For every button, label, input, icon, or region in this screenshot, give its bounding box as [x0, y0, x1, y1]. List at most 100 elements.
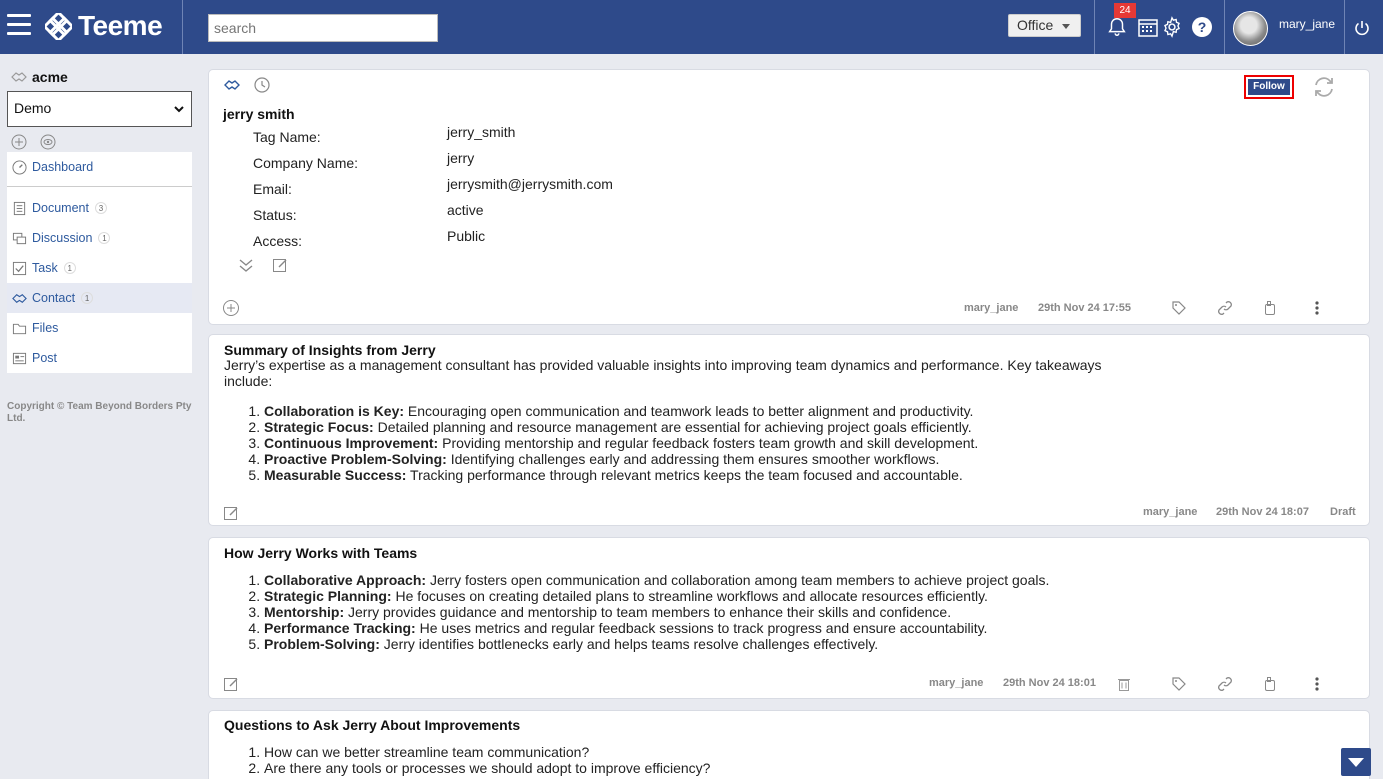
field-value: jerry_smith	[447, 124, 516, 140]
sidebar-item-discussion[interactable]: Discussion 1	[7, 223, 192, 253]
item-text: Jerry fosters open communication and col…	[426, 572, 1050, 588]
sidebar-item-post[interactable]: Post	[7, 343, 192, 373]
sidebar-item-label: Document	[32, 201, 89, 215]
item-heading: Collaboration is Key:	[264, 403, 405, 419]
edit-icon[interactable]	[223, 676, 239, 692]
tag-icon[interactable]	[1171, 676, 1187, 692]
divider	[1224, 0, 1225, 54]
sidebar-nav: Dashboard Document 3 Discussion 1 Task 1…	[7, 152, 192, 373]
list-item: Proactive Problem-Solving: Identifying c…	[264, 451, 1124, 467]
gear-icon[interactable]	[1161, 16, 1183, 38]
org-header: acme	[11, 69, 68, 85]
chevron-down-icon	[174, 106, 184, 113]
clip-icon[interactable]	[1262, 300, 1278, 316]
item-text: Encouraging open communication and teamw…	[404, 403, 974, 419]
edit-icon[interactable]	[223, 505, 239, 521]
workspace-select[interactable]: Demo	[7, 91, 192, 127]
sidebar: acme Demo Dashboard Document 3 Discussio…	[0, 54, 200, 779]
brand[interactable]: Teeme	[45, 10, 163, 42]
notification-badge: 24	[1114, 3, 1136, 18]
edit-icon[interactable]	[271, 256, 289, 274]
eye-icon[interactable]	[40, 134, 56, 150]
post-list: Collaboration is Key: Encouraging open c…	[264, 403, 1124, 483]
item-heading: Continuous Improvement:	[264, 435, 439, 451]
more-vertical-icon[interactable]	[1309, 300, 1325, 316]
divider	[7, 186, 192, 187]
workspace-select-label: Demo	[14, 100, 52, 116]
brand-name: Teeme	[78, 10, 163, 41]
field-label: Tag Name:	[253, 129, 321, 145]
list-item: Collaboration is Key: Encouraging open c…	[264, 403, 1124, 419]
sidebar-item-task[interactable]: Task 1	[7, 253, 192, 283]
handshake-icon[interactable]	[223, 76, 241, 94]
more-vertical-icon[interactable]	[1309, 676, 1325, 692]
clock-icon[interactable]	[253, 76, 271, 94]
link-icon[interactable]	[1217, 300, 1233, 316]
post-list: Collaborative Approach: Jerry fosters op…	[264, 572, 1124, 652]
field-label: Status:	[253, 207, 297, 223]
clip-icon[interactable]	[1262, 676, 1278, 692]
item-text: He uses metrics and regular feedback ses…	[415, 620, 988, 636]
post-body: How can we better streamline team commun…	[224, 730, 1124, 776]
document-icon	[13, 201, 26, 215]
link-icon[interactable]	[1217, 676, 1233, 692]
timestamp: 29th Nov 24 18:07	[1216, 506, 1309, 518]
field-label: Company Name:	[253, 155, 359, 171]
divider	[182, 0, 183, 54]
item-text: Detailed planning and resource managemen…	[373, 419, 972, 435]
field-label: Access:	[253, 233, 303, 249]
item-text: Providing mentorship and regular feedbac…	[438, 435, 979, 451]
sidebar-item-label: Discussion	[32, 231, 93, 245]
add-circle-icon[interactable]	[222, 299, 240, 317]
sidebar-item-contact[interactable]: Contact 1	[7, 283, 192, 313]
list-item: Mentorship: Jerry provides guidance and …	[264, 604, 1124, 620]
help-icon[interactable]: ?	[1192, 17, 1212, 37]
card-footer: mary_jane 29th Nov 24 17:55	[209, 297, 1369, 319]
scroll-down-button[interactable]	[1341, 748, 1371, 776]
sidebar-item-label: Task	[32, 261, 58, 275]
post-card: Questions to Ask Jerry About Improvement…	[208, 710, 1370, 779]
sidebar-tools	[11, 134, 56, 150]
trash-icon[interactable]	[1116, 676, 1132, 692]
sidebar-item-document[interactable]: Document 3	[7, 193, 192, 223]
calendar-icon[interactable]	[1138, 17, 1158, 37]
item-text: Jerry provides guidance and mentorship t…	[344, 604, 952, 620]
divider	[1094, 0, 1095, 54]
bell-icon[interactable]	[1106, 16, 1128, 38]
follow-button[interactable]: Follow	[1248, 79, 1290, 95]
post-intro: Jerry’s expertise as a management consul…	[224, 357, 1102, 389]
follow-button-highlight: Follow	[1244, 75, 1294, 99]
username[interactable]: mary_jane	[1279, 17, 1335, 31]
field-value: active	[447, 202, 484, 218]
item-heading: Strategic Planning:	[264, 588, 392, 604]
count-badge: 3	[94, 202, 107, 214]
list-item: Measurable Success: Tracking performance…	[264, 467, 1124, 483]
avatar[interactable]	[1233, 11, 1268, 46]
sidebar-item-dashboard[interactable]: Dashboard	[7, 152, 192, 182]
sidebar-item-files[interactable]: Files	[7, 313, 192, 343]
item-heading: Performance Tracking:	[264, 620, 416, 636]
power-icon[interactable]	[1354, 20, 1370, 36]
refresh-icon[interactable]	[1311, 75, 1337, 99]
post-title: Summary of Insights from Jerry	[224, 342, 436, 358]
sidebar-item-label: Contact	[32, 291, 76, 305]
author: mary_jane	[929, 677, 984, 689]
chevron-down-icon	[1062, 24, 1070, 29]
menu-icon[interactable]	[7, 14, 31, 36]
contact-name: jerry smith	[223, 106, 295, 122]
expand-double-chevron-icon[interactable]	[237, 256, 255, 274]
item-text: Identifying challenges early and address…	[446, 451, 940, 467]
item-heading: Measurable Success:	[264, 467, 407, 483]
list-item: Are there any tools or processes we shou…	[264, 760, 1124, 776]
search-input[interactable]	[208, 14, 438, 42]
contact-card-icons	[223, 76, 271, 94]
post-list: How can we better streamline team commun…	[264, 744, 1124, 776]
author: mary_jane	[964, 302, 1019, 314]
tag-icon[interactable]	[1171, 300, 1187, 316]
office-select[interactable]: Office	[1008, 14, 1081, 37]
add-circle-icon[interactable]	[11, 134, 27, 150]
item-text: How can we better streamline team commun…	[264, 744, 590, 760]
item-heading: Mentorship:	[264, 604, 345, 620]
dashboard-icon	[12, 159, 27, 175]
field-value: jerrysmith@jerrysmith.com	[447, 176, 613, 192]
